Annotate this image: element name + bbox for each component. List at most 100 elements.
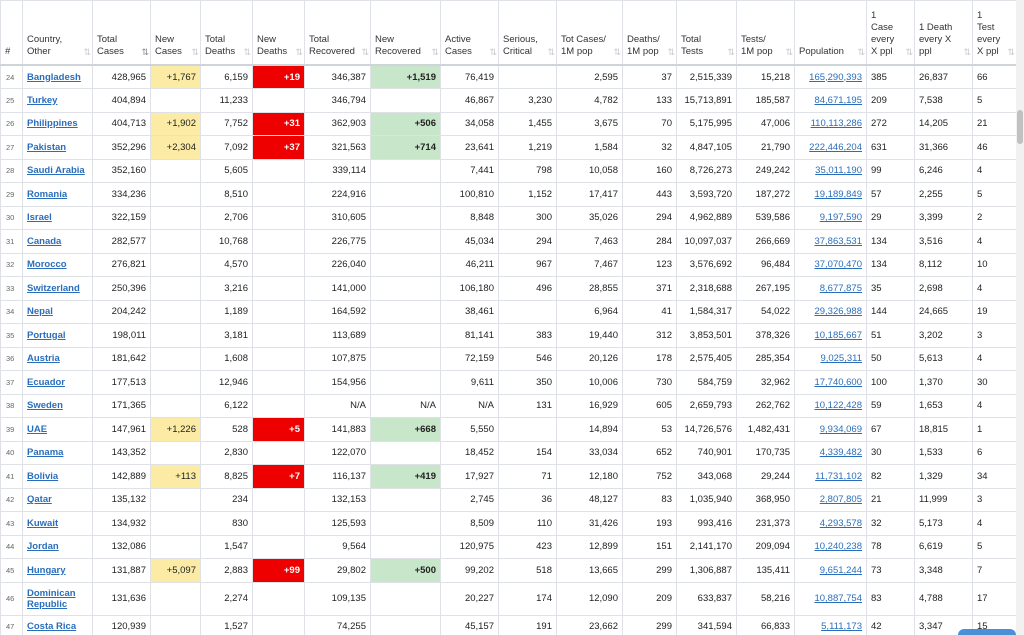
column-header[interactable]: Total Recovered ⇅ bbox=[304, 0, 371, 66]
column-header[interactable]: Tot Cases/ 1M pop ⇅ bbox=[556, 0, 623, 66]
vertical-scrollbar[interactable] bbox=[1016, 0, 1024, 635]
sort-icon[interactable]: ⇅ bbox=[489, 46, 496, 58]
country-link[interactable]: Canada bbox=[27, 236, 61, 247]
sort-icon[interactable]: ⇅ bbox=[547, 46, 554, 58]
column-header[interactable]: Total Tests ⇅ bbox=[676, 0, 737, 66]
cell-serious: 350 bbox=[498, 370, 557, 395]
scrollbar-thumb[interactable] bbox=[1017, 110, 1023, 144]
population-link[interactable]: 9,197,590 bbox=[820, 212, 862, 223]
column-header[interactable]: Population ⇅ bbox=[794, 0, 867, 66]
population-link[interactable]: 10,887,754 bbox=[814, 593, 862, 604]
population-link[interactable]: 9,651,244 bbox=[820, 565, 862, 576]
population-link[interactable]: 4,339,482 bbox=[820, 447, 862, 458]
column-header[interactable]: Country, Other ⇅ bbox=[22, 0, 93, 66]
population-link[interactable]: 84,671,195 bbox=[814, 95, 862, 106]
column-header[interactable]: Total Cases ⇅ bbox=[92, 0, 151, 66]
sort-icon[interactable]: ⇅ bbox=[905, 46, 912, 58]
population-link[interactable]: 2,807,805 bbox=[820, 494, 862, 505]
sort-icon[interactable]: ⇅ bbox=[613, 46, 620, 58]
column-header[interactable]: # bbox=[0, 0, 23, 66]
population-link[interactable]: 37,070,470 bbox=[814, 259, 862, 270]
cell-serious: 496 bbox=[498, 276, 557, 301]
cell-death-every: 14,205 bbox=[914, 111, 973, 136]
population-link[interactable]: 10,185,667 bbox=[814, 330, 862, 341]
sort-icon[interactable]: ⇅ bbox=[431, 46, 438, 58]
country-link[interactable]: Ecuador bbox=[27, 377, 65, 388]
cell-tests-1m: 58,216 bbox=[736, 581, 795, 616]
country-link[interactable]: Dominican Republic bbox=[27, 588, 76, 610]
population-link[interactable]: 19,189,849 bbox=[814, 189, 862, 200]
cell-total-recovered: 116,137 bbox=[304, 464, 371, 489]
population-link[interactable]: 222,446,204 bbox=[809, 142, 862, 153]
country-link[interactable]: Sweden bbox=[27, 400, 63, 411]
sort-icon[interactable]: ⇅ bbox=[243, 46, 250, 58]
population-link[interactable]: 17,740,600 bbox=[814, 377, 862, 388]
column-header[interactable]: Tests/ 1M pop ⇅ bbox=[736, 0, 795, 66]
country-link[interactable]: Pakistan bbox=[27, 142, 66, 153]
column-header[interactable]: Serious, Critical ⇅ bbox=[498, 0, 557, 66]
sort-icon[interactable]: ⇅ bbox=[83, 46, 90, 58]
column-header[interactable]: 1 Death every X ppl ⇅ bbox=[914, 0, 973, 66]
country-link[interactable]: Saudi Arabia bbox=[27, 165, 85, 176]
country-link[interactable]: Bangladesh bbox=[27, 72, 81, 83]
country-link[interactable]: Philippines bbox=[27, 118, 78, 129]
cell-new-cases: +1,767 bbox=[150, 64, 201, 89]
column-header[interactable]: 1 Case every X ppl ⇅ bbox=[866, 0, 915, 66]
country-link[interactable]: Qatar bbox=[27, 494, 52, 505]
country-link[interactable]: Bolivia bbox=[27, 471, 58, 482]
sort-icon[interactable]: ⇅ bbox=[295, 46, 302, 58]
sort-icon[interactable]: ⇅ bbox=[727, 46, 734, 58]
population-link[interactable]: 165,290,393 bbox=[809, 72, 862, 83]
column-header[interactable]: Deaths/ 1M pop ⇅ bbox=[622, 0, 677, 66]
country-link[interactable]: Turkey bbox=[27, 95, 57, 106]
population-link[interactable]: 35,011,190 bbox=[815, 165, 862, 176]
population-link[interactable]: 8,677,875 bbox=[820, 283, 862, 294]
sort-icon[interactable]: ⇅ bbox=[785, 46, 792, 58]
sort-icon[interactable]: ⇅ bbox=[191, 46, 198, 58]
sort-icon[interactable]: ⇅ bbox=[667, 46, 674, 58]
cell-tests: 2,659,793 bbox=[676, 393, 737, 418]
country-link[interactable]: Romania bbox=[27, 189, 67, 200]
population-link[interactable]: 4,293,578 bbox=[820, 518, 862, 529]
country-link[interactable]: UAE bbox=[27, 424, 47, 435]
cell-test-every: 3 bbox=[972, 323, 1017, 348]
column-header[interactable]: 1 Test every X ppl ⇅ bbox=[972, 0, 1017, 66]
population-link[interactable]: 9,025,311 bbox=[820, 353, 862, 364]
column-header[interactable]: Total Deaths ⇅ bbox=[200, 0, 253, 66]
column-header[interactable]: New Deaths ⇅ bbox=[252, 0, 305, 66]
country-link[interactable]: Panama bbox=[27, 447, 63, 458]
cell-new-recovered bbox=[370, 370, 441, 395]
population-link[interactable]: 10,240,238 bbox=[814, 541, 862, 552]
country-link[interactable]: Switzerland bbox=[27, 283, 80, 294]
sort-icon[interactable]: ⇅ bbox=[141, 46, 148, 58]
column-header[interactable]: Active Cases ⇅ bbox=[440, 0, 499, 66]
country-link[interactable]: Israel bbox=[27, 212, 52, 223]
population-link[interactable]: 110,113,286 bbox=[811, 118, 862, 129]
sort-icon[interactable]: ⇅ bbox=[361, 46, 368, 58]
column-header[interactable]: New Cases ⇅ bbox=[150, 0, 201, 66]
country-link[interactable]: Kuwait bbox=[27, 518, 58, 529]
sort-icon[interactable]: ⇅ bbox=[857, 46, 864, 58]
cell-new-cases bbox=[150, 205, 201, 230]
country-link[interactable]: Jordan bbox=[27, 541, 59, 552]
table-row: 42 Qatar 135,132 234 132,153 2,745 36 48,127 83 1… bbox=[0, 487, 1017, 512]
population-link[interactable]: 29,326,988 bbox=[814, 306, 862, 317]
population-link[interactable]: 5,111,173 bbox=[821, 621, 862, 632]
country-link[interactable]: Nepal bbox=[27, 306, 53, 317]
country-link[interactable]: Austria bbox=[27, 353, 60, 364]
country-link[interactable]: Morocco bbox=[27, 259, 67, 270]
population-link[interactable]: 10,122,428 bbox=[814, 400, 862, 411]
population-link[interactable]: 37,863,531 bbox=[814, 236, 862, 247]
floating-button[interactable] bbox=[958, 629, 1016, 635]
sort-icon[interactable]: ⇅ bbox=[963, 46, 970, 58]
population-link[interactable]: 11,731,102 bbox=[815, 471, 862, 482]
population-link[interactable]: 9,934,069 bbox=[820, 424, 862, 435]
country-link[interactable]: Costa Rica bbox=[27, 621, 76, 632]
cell-new-recovered: N/A bbox=[370, 393, 441, 418]
column-header[interactable]: New Recovered ⇅ bbox=[370, 0, 441, 66]
sort-icon[interactable]: ⇅ bbox=[1007, 46, 1014, 58]
cell-new-cases bbox=[150, 276, 201, 301]
cell-active: 72,159 bbox=[440, 346, 499, 371]
country-link[interactable]: Hungary bbox=[27, 565, 66, 576]
country-link[interactable]: Portugal bbox=[27, 330, 66, 341]
